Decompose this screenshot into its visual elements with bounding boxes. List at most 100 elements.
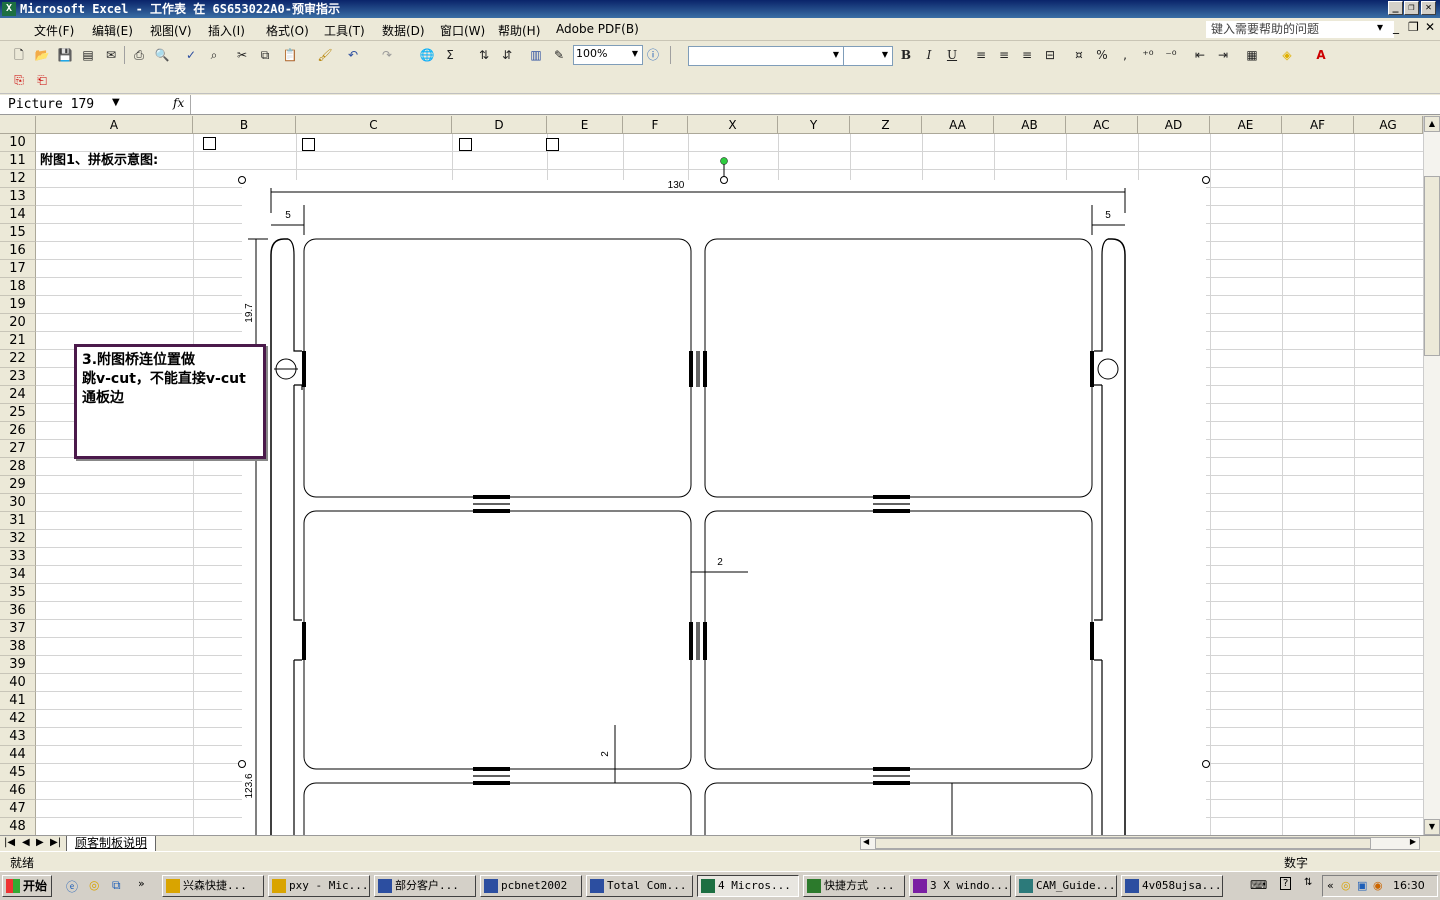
- autosum-icon[interactable]: Σ: [441, 47, 459, 63]
- row-header[interactable]: 43: [0, 728, 36, 746]
- chevron-right-icon[interactable]: »: [138, 877, 145, 890]
- checkbox[interactable]: [459, 138, 472, 151]
- doc-minimize-button[interactable]: _: [1393, 20, 1399, 34]
- scroll-left-button[interactable]: ◀: [863, 837, 869, 846]
- row-header[interactable]: 48: [0, 818, 36, 835]
- select-all-corner[interactable]: [0, 116, 36, 134]
- spelling-icon[interactable]: ✓: [182, 47, 200, 63]
- sheet-tab-active[interactable]: 顾客制板说明: [66, 836, 156, 852]
- menu-file[interactable]: 文件(F): [34, 22, 74, 39]
- next-sheet-button[interactable]: ▶: [36, 837, 44, 848]
- row-header[interactable]: 21: [0, 332, 36, 350]
- menu-view[interactable]: 视图(V): [150, 22, 192, 39]
- help-icon[interactable]: ⓘ: [644, 47, 662, 63]
- help-search-input[interactable]: 键入需要帮助的问题: [1206, 21, 1394, 38]
- column-header[interactable]: AG: [1354, 116, 1423, 134]
- taskbar-item[interactable]: 4 Micros...: [697, 875, 799, 897]
- menu-adobe-pdf[interactable]: Adobe PDF(B): [556, 22, 639, 36]
- row-header[interactable]: 47: [0, 800, 36, 818]
- doc-restore-button[interactable]: ❐: [1408, 20, 1419, 34]
- help-icon[interactable]: ?: [1280, 877, 1292, 890]
- row-header[interactable]: 38: [0, 638, 36, 656]
- callout-textbox[interactable]: 3.附图桥连位置做 跳v-cut，不能直接v-cut 通板边: [74, 344, 266, 459]
- resize-handle-top-left[interactable]: [238, 176, 246, 184]
- menu-window[interactable]: 窗口(W): [440, 22, 485, 39]
- column-header[interactable]: AC: [1066, 116, 1138, 134]
- italic-button[interactable]: I: [920, 47, 938, 63]
- sort-descending-icon[interactable]: ⇵: [498, 47, 516, 63]
- row-header[interactable]: 20: [0, 314, 36, 332]
- rotation-handle[interactable]: [720, 157, 728, 165]
- desktop-icon[interactable]: ⧉: [112, 878, 121, 893]
- column-header[interactable]: D: [452, 116, 547, 134]
- row-header[interactable]: 26: [0, 422, 36, 440]
- column-header[interactable]: A: [36, 116, 193, 134]
- taskbar-item[interactable]: 4v058ujsa...: [1121, 875, 1223, 897]
- name-box[interactable]: Picture 179: [3, 96, 168, 113]
- currency-icon[interactable]: ¤: [1070, 47, 1088, 63]
- row-header[interactable]: 41: [0, 692, 36, 710]
- last-sheet-button[interactable]: ▶|: [50, 837, 61, 848]
- chevron-down-icon[interactable]: ▼: [112, 97, 120, 108]
- row-header[interactable]: 12: [0, 170, 36, 188]
- row-header[interactable]: 46: [0, 782, 36, 800]
- email-icon[interactable]: ✉: [102, 47, 120, 63]
- sort-ascending-icon[interactable]: ⇅: [475, 47, 493, 63]
- resize-handle-top[interactable]: [720, 176, 728, 184]
- minimize-button[interactable]: _: [1388, 1, 1403, 15]
- cut-icon[interactable]: ✂: [233, 47, 251, 63]
- row-header[interactable]: 40: [0, 674, 36, 692]
- print-icon[interactable]: ⎙: [130, 47, 148, 63]
- open-icon[interactable]: 📂: [33, 47, 51, 63]
- row-header[interactable]: 11: [0, 152, 36, 170]
- row-header[interactable]: 22: [0, 350, 36, 368]
- row-header[interactable]: 14: [0, 206, 36, 224]
- checkbox[interactable]: [546, 138, 559, 151]
- chevron-down-icon[interactable]: ▾: [1377, 20, 1383, 34]
- menu-edit[interactable]: 编辑(E): [92, 22, 133, 39]
- convert-to-pdf-icon[interactable]: ⎘: [10, 72, 28, 88]
- chart-wizard-icon[interactable]: ▥: [527, 47, 545, 63]
- column-header[interactable]: E: [547, 116, 623, 134]
- hscroll-thumb[interactable]: [875, 838, 1371, 849]
- scroll-up-button[interactable]: ▲: [1424, 116, 1440, 132]
- hyperlink-icon[interactable]: 🌐: [418, 47, 436, 63]
- redo-icon[interactable]: ↷: [378, 47, 396, 63]
- borders-icon[interactable]: ▦: [1243, 47, 1261, 63]
- taskbar-item[interactable]: 3 X windo...: [909, 875, 1011, 897]
- permission-icon[interactable]: ▤: [79, 47, 97, 63]
- horizontal-scrollbar[interactable]: ◀ ▶: [860, 837, 1420, 850]
- outlook-icon[interactable]: ◎: [89, 878, 99, 892]
- resize-handle-left[interactable]: [238, 760, 246, 768]
- qq-icon[interactable]: ◉: [1373, 876, 1383, 896]
- row-header[interactable]: 44: [0, 746, 36, 764]
- row-header[interactable]: 32: [0, 530, 36, 548]
- row-header[interactable]: 15: [0, 224, 36, 242]
- clock-app-icon[interactable]: ◎: [1341, 876, 1351, 896]
- column-header[interactable]: F: [623, 116, 688, 134]
- font-color-button[interactable]: A: [1312, 47, 1330, 63]
- row-header[interactable]: 24: [0, 386, 36, 404]
- network-icon[interactable]: ▣: [1357, 876, 1367, 896]
- taskbar-item[interactable]: 快捷方式 ...: [803, 875, 905, 897]
- row-header[interactable]: 39: [0, 656, 36, 674]
- drawing-icon[interactable]: ✎: [550, 47, 568, 63]
- research-icon[interactable]: ⌕: [205, 47, 223, 63]
- row-header[interactable]: 34: [0, 566, 36, 584]
- bold-button[interactable]: B: [897, 47, 915, 63]
- panel-drawing[interactable]: 130 5 5 19.7 123.6 2 2: [238, 155, 1213, 835]
- print-preview-icon[interactable]: 🔍: [153, 47, 171, 63]
- row-header[interactable]: 10: [0, 134, 36, 152]
- menu-tools[interactable]: 工具(T): [324, 22, 365, 39]
- cell-a11[interactable]: 附图1、拼板示意图:: [40, 152, 158, 170]
- row-header[interactable]: 37: [0, 620, 36, 638]
- column-header[interactable]: AD: [1138, 116, 1210, 134]
- column-header[interactable]: C: [296, 116, 452, 134]
- row-header[interactable]: 27: [0, 440, 36, 458]
- start-button[interactable]: 开始: [2, 875, 52, 897]
- menu-help[interactable]: 帮助(H): [498, 22, 540, 39]
- checkbox[interactable]: [203, 137, 216, 150]
- taskbar-item[interactable]: pcbnet2002: [480, 875, 582, 897]
- decrease-indent-icon[interactable]: ⇤: [1191, 47, 1209, 63]
- ie-icon[interactable]: ⓔ: [66, 878, 78, 895]
